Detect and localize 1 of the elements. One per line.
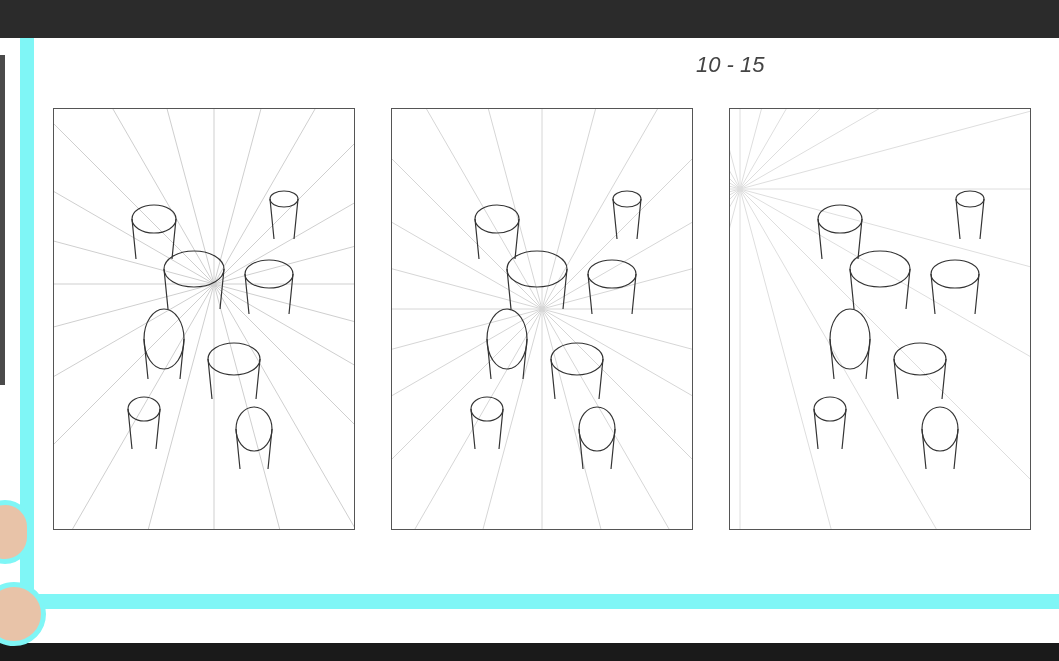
handwritten-note: 10 - 15 bbox=[696, 51, 765, 79]
